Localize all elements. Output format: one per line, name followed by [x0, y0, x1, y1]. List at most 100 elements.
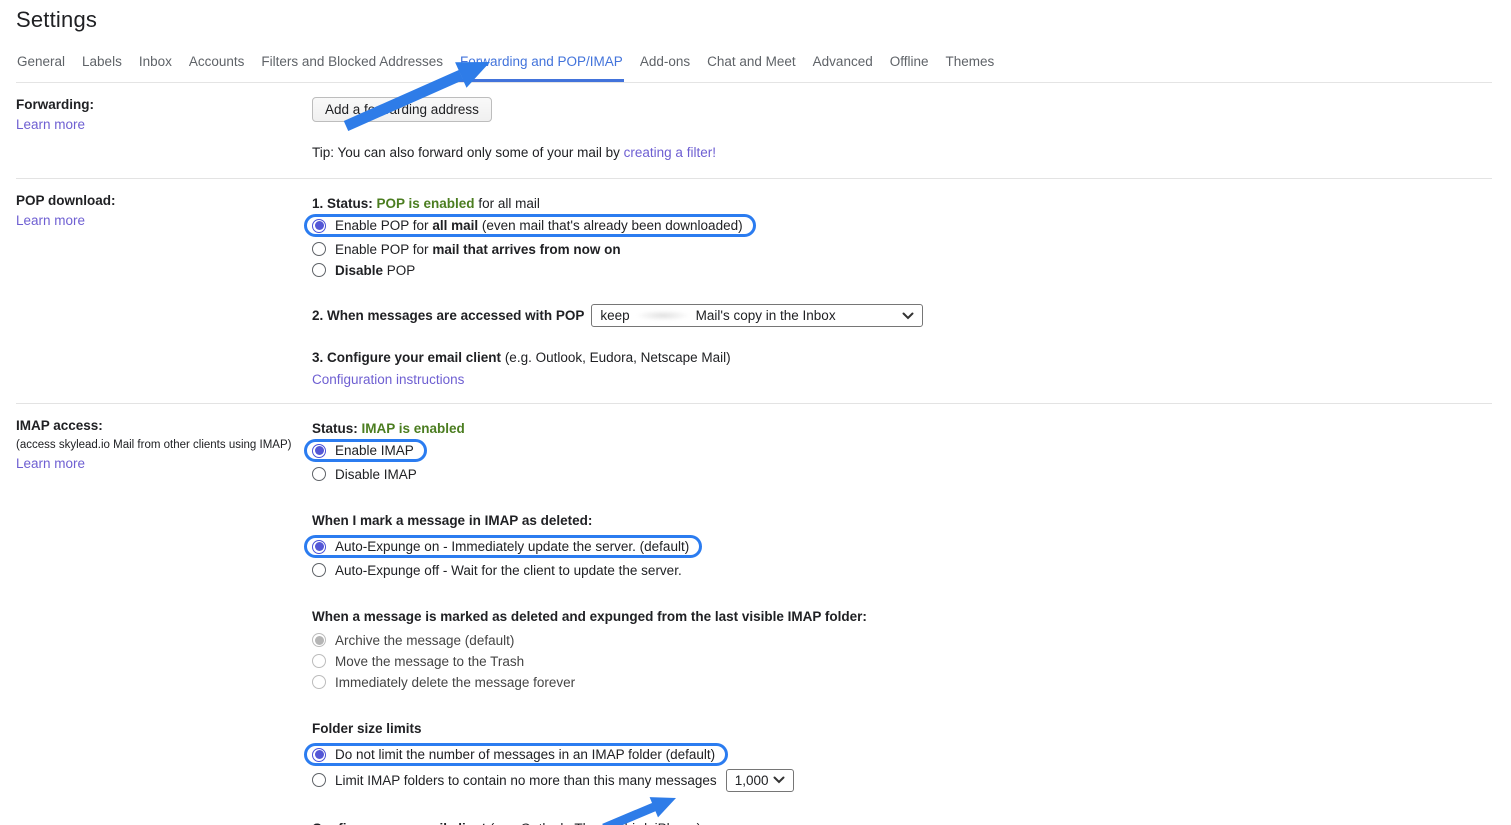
- tab-inbox[interactable]: Inbox: [138, 48, 173, 82]
- radio-option-limit-messages[interactable]: Limit IMAP folders to contain no more th…: [312, 768, 1492, 792]
- tab-chat-and-meet[interactable]: Chat and Meet: [706, 48, 797, 82]
- heading-text: When a message is marked as deleted and …: [312, 609, 867, 624]
- pop-download-label: POP download:: [16, 193, 312, 208]
- imap-configure-bold: Configure your email client: [312, 821, 486, 825]
- imap-access-label: IMAP access:: [16, 418, 312, 433]
- radio-unselected-icon[interactable]: [312, 242, 326, 256]
- radio-selected-icon[interactable]: [312, 219, 326, 233]
- radio-option-label: Archive the message (default): [335, 633, 514, 648]
- settings-tabs-bar: General Labels Inbox Accounts Filters an…: [16, 48, 1492, 83]
- pop-status-value: POP is enabled: [377, 196, 475, 211]
- radio-option-disable-imap[interactable]: Disable IMAP: [312, 464, 1492, 484]
- radio-option-move-to-trash: Move the message to the Trash: [312, 651, 1492, 671]
- imap-access-sublabel: (access skylead.io Mail from other clien…: [16, 439, 312, 451]
- radio-selected-icon[interactable]: [312, 444, 326, 458]
- radio-unselected-icon[interactable]: [312, 467, 326, 481]
- imap-expunge-heading: When a message is marked as deleted and …: [312, 606, 1492, 626]
- pop-status-suffix: for all mail: [475, 196, 540, 211]
- section-forwarding: Forwarding: Learn more Add a forwarding …: [16, 83, 1492, 178]
- radio-unselected-icon[interactable]: [312, 563, 326, 577]
- heading-text: When I mark a message in IMAP as deleted…: [312, 513, 592, 528]
- redacted-text: [636, 310, 690, 321]
- option-text-bold: Disable: [335, 263, 383, 278]
- pop-learn-more-link[interactable]: Learn more: [16, 213, 85, 228]
- pop-access-label: 2. When messages are accessed with POP: [312, 308, 584, 323]
- radio-option-label: Enable IMAP: [335, 443, 414, 458]
- pop-access-value-keep: keep: [600, 308, 629, 323]
- forwarding-learn-more-link[interactable]: Learn more: [16, 117, 85, 132]
- radio-option-label: Disable IMAP: [335, 467, 417, 482]
- radio-disabled-icon: [312, 675, 326, 689]
- radio-option-auto-expunge-off[interactable]: Auto-Expunge off - Wait for the client t…: [312, 560, 1492, 580]
- imap-configure-rest: (e.g. Outlook, Thunderbird, iPhone): [486, 821, 701, 825]
- tab-accounts[interactable]: Accounts: [188, 48, 246, 82]
- section-pop-download: POP download: Learn more 1. Status: POP …: [16, 179, 1492, 403]
- radio-option-label: Enable POP for mail that arrives from no…: [335, 242, 621, 257]
- settings-page: Settings General Labels Inbox Accounts F…: [0, 0, 1511, 825]
- radio-option-label: Limit IMAP folders to contain no more th…: [335, 773, 717, 788]
- folder-size-limits-heading: Folder size limits: [312, 718, 1492, 738]
- radio-unselected-icon[interactable]: [312, 263, 326, 277]
- pop-status-prefix: 1. Status:: [312, 196, 377, 211]
- option-text: POP: [383, 263, 415, 278]
- imap-status-prefix: Status:: [312, 421, 362, 436]
- tab-general[interactable]: General: [16, 48, 66, 82]
- radio-option-label: Auto-Expunge on - Immediately update the…: [335, 539, 689, 554]
- radio-option-label: Enable POP for all mail (even mail that'…: [335, 218, 743, 233]
- radio-selected-icon[interactable]: [312, 748, 326, 762]
- heading-text: Folder size limits: [312, 721, 422, 736]
- tab-forwarding-and-pop-imap[interactable]: Forwarding and POP/IMAP: [459, 48, 624, 82]
- forwarding-tip-text: Tip: You can also forward only some of y…: [312, 145, 624, 160]
- option-text-bold: all mail: [432, 218, 478, 233]
- radio-option-enable-pop-all-mail[interactable]: Enable POP for all mail (even mail that'…: [304, 214, 756, 237]
- radio-option-disable-pop[interactable]: Disable POP: [312, 260, 1492, 280]
- imap-learn-more-link[interactable]: Learn more: [16, 456, 85, 471]
- imap-configure-line: Configure your email client (e.g. Outloo…: [312, 818, 1492, 825]
- pop-configure-line: 3. Configure your email client (e.g. Out…: [312, 347, 1492, 367]
- radio-option-auto-expunge-on[interactable]: Auto-Expunge on - Immediately update the…: [304, 535, 702, 558]
- forwarding-tip: Tip: You can also forward only some of y…: [312, 142, 1492, 162]
- radio-option-enable-pop-from-now-on[interactable]: Enable POP for mail that arrives from no…: [312, 239, 1492, 259]
- chevron-down-icon: [902, 312, 914, 320]
- imap-status-value: IMAP is enabled: [362, 421, 465, 436]
- radio-option-no-limit[interactable]: Do not limit the number of messages in a…: [304, 743, 728, 766]
- option-text: (even mail that's already been downloade…: [478, 218, 743, 233]
- option-text-bold: mail that arrives from now on: [432, 242, 620, 257]
- radio-option-delete-forever: Immediately delete the message forever: [312, 672, 1492, 692]
- pop-access-value-rest: Mail's copy in the Inbox: [696, 308, 836, 323]
- pop-access-select[interactable]: keep Mail's copy in the Inbox: [591, 304, 923, 327]
- radio-option-label: Immediately delete the message forever: [335, 675, 575, 690]
- add-forwarding-address-button[interactable]: Add a forwarding address: [312, 97, 492, 122]
- tab-filters-and-blocked-addresses[interactable]: Filters and Blocked Addresses: [260, 48, 444, 82]
- pop-configuration-instructions-link[interactable]: Configuration instructions: [312, 372, 464, 387]
- imap-status-line: Status: IMAP is enabled: [312, 418, 1492, 438]
- tab-offline[interactable]: Offline: [889, 48, 930, 82]
- radio-disabled-icon: [312, 654, 326, 668]
- radio-option-archive-message: Archive the message (default): [312, 630, 1492, 650]
- radio-disabled-selected-icon: [312, 633, 326, 647]
- imap-deleted-heading: When I mark a message in IMAP as deleted…: [312, 510, 1492, 530]
- imap-limit-value: 1,000: [735, 773, 769, 788]
- tab-advanced[interactable]: Advanced: [812, 48, 874, 82]
- imap-limit-select[interactable]: 1,000: [726, 769, 794, 792]
- option-text: Enable POP for: [335, 218, 432, 233]
- radio-unselected-icon[interactable]: [312, 773, 326, 787]
- tab-add-ons[interactable]: Add-ons: [639, 48, 691, 82]
- chevron-down-icon: [773, 776, 785, 784]
- section-imap-access: IMAP access: (access skylead.io Mail fro…: [16, 404, 1492, 825]
- radio-option-label: Do not limit the number of messages in a…: [335, 747, 715, 762]
- pop-configure-rest: (e.g. Outlook, Eudora, Netscape Mail): [501, 350, 731, 365]
- option-text: Enable POP for: [335, 242, 432, 257]
- radio-option-label: Auto-Expunge off - Wait for the client t…: [335, 563, 682, 578]
- page-title: Settings: [16, 0, 1492, 33]
- radio-selected-icon[interactable]: [312, 540, 326, 554]
- pop-status-line: 1. Status: POP is enabled for all mail: [312, 193, 1492, 213]
- creating-a-filter-link[interactable]: creating a filter!: [624, 145, 716, 160]
- radio-option-enable-imap[interactable]: Enable IMAP: [304, 439, 427, 462]
- pop-configure-bold: 3. Configure your email client: [312, 350, 501, 365]
- forwarding-label: Forwarding:: [16, 97, 312, 112]
- tab-themes[interactable]: Themes: [945, 48, 996, 82]
- tab-labels[interactable]: Labels: [81, 48, 123, 82]
- radio-option-label: Disable POP: [335, 263, 415, 278]
- radio-option-label: Move the message to the Trash: [335, 654, 524, 669]
